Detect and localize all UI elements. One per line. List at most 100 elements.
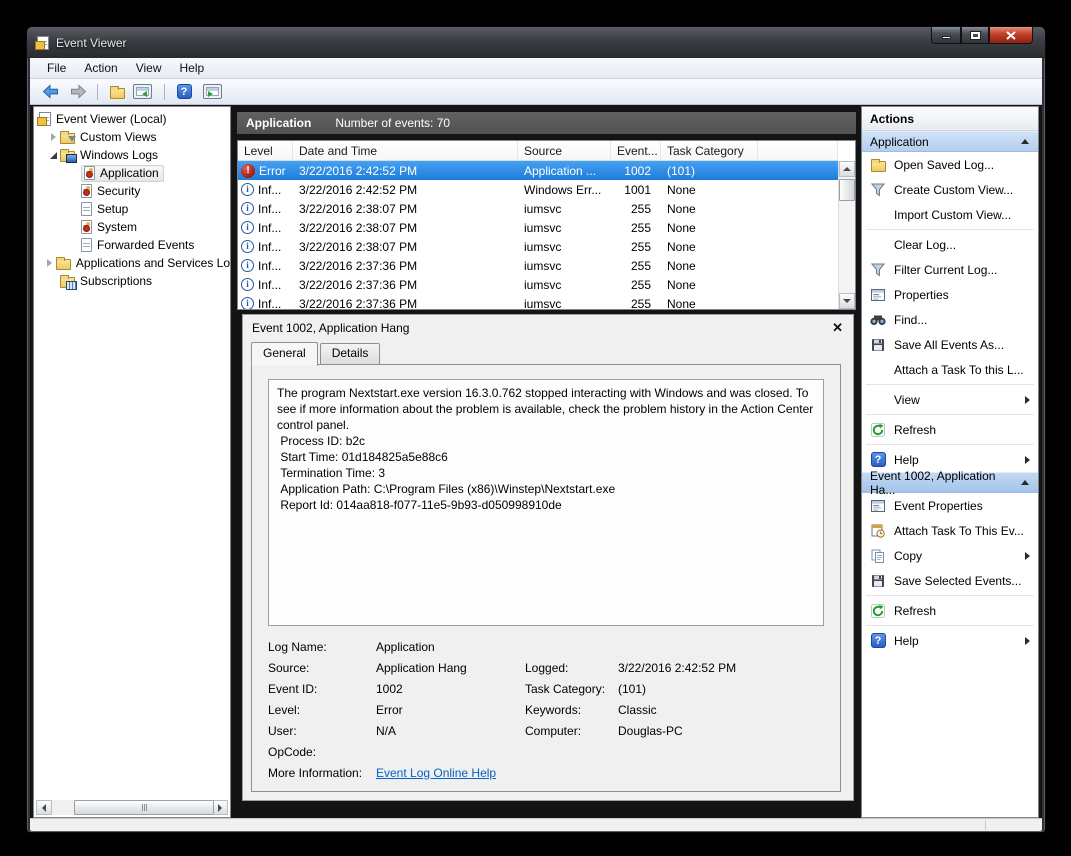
collapse-icon[interactable] xyxy=(1021,139,1029,144)
field-value: N/A xyxy=(376,724,525,738)
scroll-left-button[interactable] xyxy=(36,800,52,815)
details-close-icon[interactable]: ✕ xyxy=(832,320,843,336)
event-list: Level Date and Time Source Event... Task… xyxy=(237,140,856,310)
action-filter-current-log[interactable]: Filter Current Log... xyxy=(862,257,1038,282)
collapse-icon[interactable] xyxy=(1021,480,1029,485)
action-create-custom-view[interactable]: Create Custom View... xyxy=(862,177,1038,202)
menu-action[interactable]: Action xyxy=(75,59,126,77)
info-icon: i xyxy=(241,240,254,253)
forward-icon xyxy=(70,84,87,99)
actions-section-application[interactable]: Application xyxy=(862,131,1038,152)
expander-collapsed-icon[interactable] xyxy=(47,133,60,141)
funnel-icon xyxy=(871,183,885,197)
back-button[interactable] xyxy=(38,81,62,103)
event-row[interactable]: iInf... 3/22/2016 2:37:36 PM iumsvc 255 … xyxy=(238,256,838,275)
forward-button[interactable] xyxy=(66,81,90,103)
action-attach-task-to-event[interactable]: Attach Task To This Ev... xyxy=(862,518,1038,543)
field-value: 1002 xyxy=(376,682,525,696)
scroll-thumb[interactable] xyxy=(74,800,214,815)
action-open-saved-log[interactable]: Open Saved Log... xyxy=(862,152,1038,177)
tab-general[interactable]: General xyxy=(251,342,318,366)
tree-selection: Application xyxy=(81,165,164,182)
action-find[interactable]: Find... xyxy=(862,307,1038,332)
tree-item-windows-logs[interactable]: Windows Logs xyxy=(34,146,230,164)
tree-item-forwarded-events[interactable]: Forwarded Events xyxy=(34,236,230,254)
scroll-up-button[interactable] xyxy=(839,161,855,177)
binoculars-icon xyxy=(870,314,886,326)
help-icon: ? xyxy=(871,452,886,467)
action-save-all-events-as[interactable]: Save All Events As... xyxy=(862,332,1038,357)
scroll-right-button[interactable] xyxy=(212,800,228,815)
scroll-thumb[interactable] xyxy=(839,179,855,201)
event-row[interactable]: iInf... 3/22/2016 2:38:07 PM iumsvc 255 … xyxy=(238,237,838,256)
menu-file[interactable]: File xyxy=(38,59,75,77)
tree-item-applications-and-services[interactable]: Applications and Services Lo xyxy=(34,254,230,272)
tree-horizontal-scrollbar[interactable] xyxy=(36,800,228,815)
tree-item-subscriptions[interactable]: Subscriptions xyxy=(34,272,230,290)
refresh-icon xyxy=(871,423,885,437)
expander-expanded-icon[interactable] xyxy=(47,152,60,159)
column-header-event-id[interactable]: Event... xyxy=(611,141,661,161)
column-header-source[interactable]: Source xyxy=(518,141,611,161)
titlebar[interactable]: Event Viewer xyxy=(27,27,1045,58)
action-properties[interactable]: Properties xyxy=(862,282,1038,307)
event-viewer-icon xyxy=(39,112,51,126)
event-list-header: Level Date and Time Source Event... Task… xyxy=(238,141,838,161)
event-log-icon xyxy=(81,220,92,234)
open-folder-button[interactable] xyxy=(105,81,129,103)
action-event-properties[interactable]: Event Properties xyxy=(862,493,1038,518)
action-view[interactable]: View xyxy=(862,387,1038,412)
actions-section-event[interactable]: Event 1002, Application Ha... xyxy=(862,472,1038,493)
scroll-down-button[interactable] xyxy=(839,293,855,309)
close-button[interactable] xyxy=(989,27,1033,44)
help-button[interactable]: ? xyxy=(172,81,196,103)
event-row[interactable]: iInf... 3/22/2016 2:38:07 PM iumsvc 255 … xyxy=(238,199,838,218)
column-header-blank[interactable] xyxy=(758,141,838,161)
action-copy[interactable]: Copy xyxy=(862,543,1038,568)
menubar: File Action View Help xyxy=(30,58,1042,79)
event-row[interactable]: iInf... 3/22/2016 2:37:36 PM iumsvc 255 … xyxy=(238,294,838,310)
menu-view[interactable]: View xyxy=(127,59,171,77)
tree-item-security[interactable]: Security xyxy=(34,182,230,200)
event-row[interactable]: iInf... 3/22/2016 2:37:36 PM iumsvc 255 … xyxy=(238,275,838,294)
minimize-button[interactable] xyxy=(931,27,961,44)
console-tree-icon xyxy=(133,84,152,99)
tree-item-custom-views[interactable]: Custom Views xyxy=(34,128,230,146)
scroll-track[interactable] xyxy=(52,800,212,815)
action-import-custom-view[interactable]: Import Custom View... xyxy=(862,202,1038,227)
column-header-level[interactable]: Level xyxy=(238,141,293,161)
column-header-date[interactable]: Date and Time xyxy=(293,141,518,161)
task-icon xyxy=(871,524,885,538)
action-refresh-event[interactable]: Refresh xyxy=(862,598,1038,623)
expander-collapsed-icon[interactable] xyxy=(43,259,56,267)
action-help[interactable]: ? Help xyxy=(862,447,1038,472)
folder-icon xyxy=(56,259,71,270)
minimize-icon xyxy=(942,36,951,39)
event-list-scrollbar[interactable] xyxy=(838,161,855,309)
submenu-arrow-icon xyxy=(1025,552,1030,560)
event-row[interactable]: iInf... 3/22/2016 2:42:52 PM Windows Err… xyxy=(238,180,838,199)
action-help-event[interactable]: ? Help xyxy=(862,628,1038,653)
custom-views-folder-icon xyxy=(60,133,75,144)
tree-item-event-viewer-local[interactable]: Event Viewer (Local) xyxy=(34,110,230,128)
action-pane-toggle-button[interactable] xyxy=(200,81,224,103)
event-row[interactable]: iInf... 3/22/2016 2:38:07 PM iumsvc 255 … xyxy=(238,218,838,237)
menu-help[interactable]: Help xyxy=(171,59,214,77)
console-tree-toggle-button[interactable] xyxy=(133,81,157,103)
general-tab-page: The program Nextstart.exe version 16.3.0… xyxy=(251,364,841,792)
tree-item-setup[interactable]: Setup xyxy=(34,200,230,218)
event-description[interactable]: The program Nextstart.exe version 16.3.0… xyxy=(268,379,824,626)
action-clear-log[interactable]: Clear Log... xyxy=(862,232,1038,257)
action-refresh[interactable]: Refresh xyxy=(862,417,1038,442)
column-header-task-category[interactable]: Task Category xyxy=(661,141,758,161)
maximize-button[interactable] xyxy=(961,27,989,44)
copy-icon xyxy=(871,549,885,563)
event-row-selected[interactable]: !Error 3/22/2016 2:42:52 PM Application … xyxy=(238,161,838,180)
tab-details[interactable]: Details xyxy=(320,343,381,365)
tree-item-application[interactable]: Application xyxy=(34,164,230,182)
event-log-online-help-link[interactable]: Event Log Online Help xyxy=(376,766,496,780)
action-save-selected-events[interactable]: Save Selected Events... xyxy=(862,568,1038,593)
open-folder-icon xyxy=(110,88,125,99)
action-attach-task-to-log[interactable]: Attach a Task To this L... xyxy=(862,357,1038,382)
tree-item-system[interactable]: System xyxy=(34,218,230,236)
